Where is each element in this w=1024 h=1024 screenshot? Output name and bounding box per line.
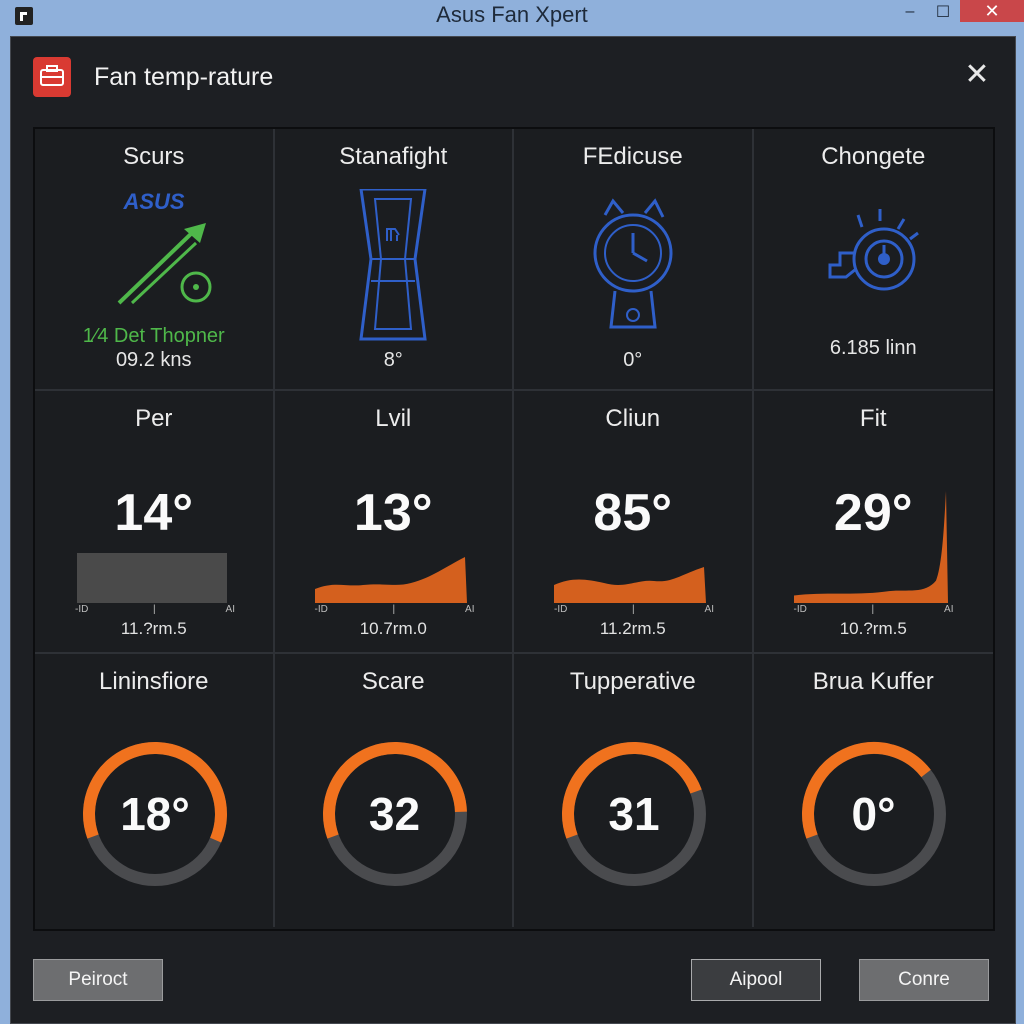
tile-subtitle: 1⁄4 Det Thopner [82, 325, 225, 347]
tile-reading: 0° [623, 349, 643, 371]
dialog-header: Fan temp-rature ✕ [11, 37, 1015, 117]
graph-area [314, 557, 467, 603]
tile-label: Tupperative [569, 668, 696, 695]
tile-label: Brua Kuffer [812, 668, 934, 695]
graph-caption: 10.?rm.5 [839, 619, 907, 638]
tile-label: Lininsfiore [99, 668, 209, 695]
gauge-value: 32 [368, 788, 421, 840]
axis-mid-tick: | [632, 604, 635, 615]
axis-mid-tick: | [871, 604, 875, 615]
graph-axis: -ID | AI [75, 604, 235, 616]
graph-caption: 10.7rm.0 [359, 619, 427, 638]
svg-text:ASUS: ASUS [122, 191, 184, 214]
tile-stanafight[interactable]: Stanafight 8° [274, 129, 514, 391]
tile-brua-kuffer[interactable]: Brua Kuffer 0° [754, 654, 994, 927]
axis-left-label: -ID [75, 604, 89, 615]
tile-chongete[interactable]: Chongete 6.185 linn [753, 129, 994, 391]
dialog-close-button[interactable]: ✕ [961, 59, 993, 91]
gauge-value: 0° [851, 788, 896, 840]
tile-reading: 8° [383, 349, 403, 371]
tile-label: Chongete [821, 143, 926, 170]
graph-area [793, 491, 948, 603]
cancel-button[interactable]: Conre [859, 959, 989, 1001]
tile-tupperative[interactable]: Tupperative 31 [514, 654, 754, 927]
dialog-title: Fan temp-rature [94, 63, 274, 91]
tile-label: Per [135, 405, 173, 432]
axis-left-label: -ID [314, 604, 328, 615]
apply-button[interactable]: Aipool [691, 959, 821, 1001]
tile-label: Stanafight [339, 143, 448, 170]
tile-cliun[interactable]: Cliun 85° -ID | AI 11.2rm.5 [514, 391, 754, 654]
window-title: Asus Fan Xpert [436, 2, 588, 27]
axis-mid-tick: | [153, 604, 156, 615]
tile-reading: 6.185 linn [829, 337, 917, 359]
gauge-value: 31 [608, 788, 660, 840]
tile-reading: 09.2 kns [115, 349, 192, 371]
toolbox-icon [33, 57, 71, 97]
temperature-value: 85° [593, 484, 673, 542]
temperature-graph [77, 553, 227, 603]
temperature-value: 13° [353, 484, 433, 542]
tile-label: Lvil [375, 405, 412, 432]
axis-right-label: AI [225, 604, 235, 615]
graph-axis: -ID | AI [554, 604, 714, 616]
tile-label: Fit [859, 405, 887, 432]
graph-caption: 11.2rm.5 [599, 619, 666, 638]
tile-scurs[interactable]: Scurs ASUS 1⁄4 Det Thopner 09.2 kns [35, 129, 275, 391]
tile-lvil[interactable]: Lvil 13° -ID | AI 10.7rm.0 [274, 391, 514, 654]
axis-left-label: -ID [554, 604, 568, 615]
axis-left-label: -ID [793, 604, 807, 615]
tile-fit[interactable]: Fit 29° -ID | AI 10.?rm.5 [753, 391, 993, 654]
fan-tiles-grid: Scurs ASUS 1⁄4 Det Thopner 09.2 kns Stan… [33, 127, 995, 931]
graph-axis: -ID | AI [794, 604, 954, 616]
app-window: Asus Fan Xpert – ☐ ✕ Fan temp-rature ✕ S… [0, 0, 1024, 1024]
title-bar: Asus Fan Xpert – ☐ ✕ [0, 0, 1024, 32]
axis-right-label: AI [465, 604, 475, 615]
asus-logo-fan-icon: ASUS [35, 189, 273, 314]
tile-fedicuse[interactable]: FEdicuse 0° [514, 129, 754, 391]
preset-button[interactable]: Peiroct [33, 959, 163, 1001]
gauge-value: 18° [120, 788, 190, 840]
axis-right-label: AI [704, 604, 714, 615]
graph-caption: 11.?rm.5 [120, 619, 187, 638]
fan-duct-icon [275, 187, 513, 349]
fan-gauge-icon [754, 209, 994, 314]
axis-right-label: AI [944, 604, 954, 615]
maximize-button[interactable]: ☐ [928, 0, 958, 24]
fan-dialog: Fan temp-rature ✕ Scurs ASUS 1⁄4 Det Tho… [10, 36, 1016, 1024]
tile-label: Cliun [605, 405, 661, 432]
tile-label: Scare [361, 668, 425, 695]
graph-axis: -ID | AI [315, 604, 475, 616]
temperature-graph [314, 557, 467, 603]
tile-scare[interactable]: Scare 32 [275, 654, 514, 927]
tile-lininsfiore[interactable]: Lininsfiore 18° [35, 654, 275, 927]
temperature-graph [554, 567, 706, 603]
clock-tower-icon [514, 195, 752, 340]
tile-label: Scurs [123, 143, 185, 170]
tile-label: FEdicuse [582, 143, 683, 170]
graph-bar [77, 553, 227, 603]
graph-area [554, 567, 706, 603]
temperature-value: 14° [114, 484, 194, 542]
temperature-graph [793, 491, 948, 603]
axis-mid-tick: | [392, 604, 396, 615]
minimize-button[interactable]: – [895, 0, 925, 24]
tile-per[interactable]: Per 14° -ID | AI 11.?rm.5 [35, 391, 275, 654]
window-close-button[interactable]: ✕ [960, 0, 1024, 22]
